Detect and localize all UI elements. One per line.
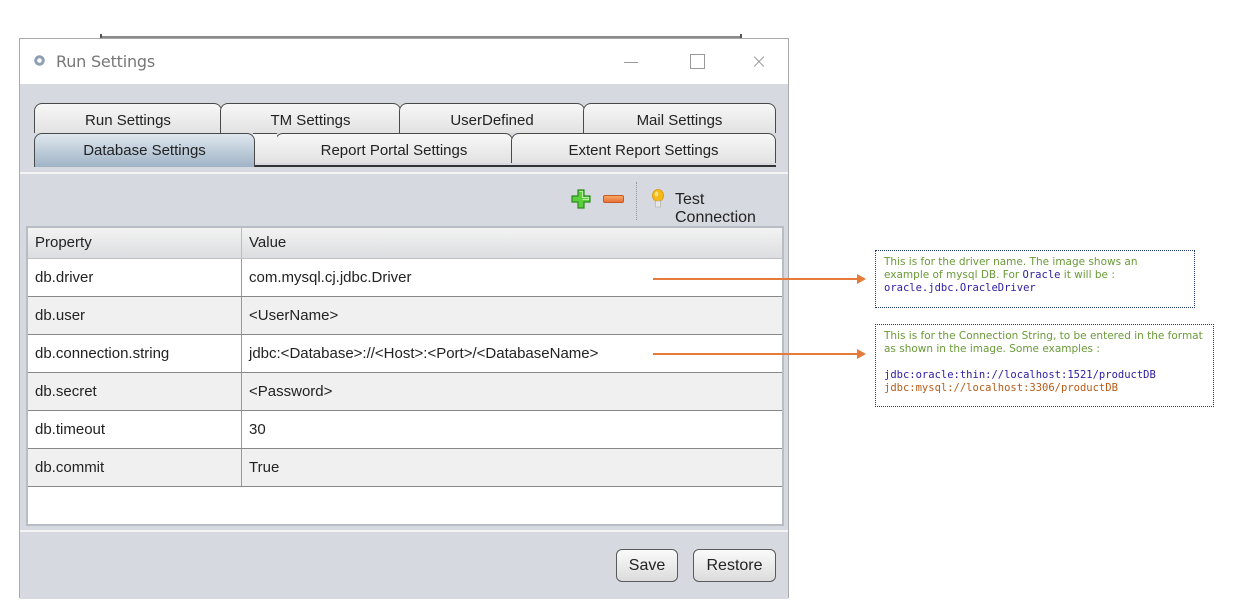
- tab-run-settings[interactable]: Run Settings: [34, 103, 222, 133]
- table-row[interactable]: db.timeout 30: [28, 411, 782, 449]
- note-text: it will be :: [1060, 269, 1115, 281]
- property-cell[interactable]: db.commit: [28, 449, 241, 486]
- gear-icon: [34, 55, 45, 66]
- connection-annotation-note: This is for the Connection String, to be…: [875, 324, 1214, 407]
- note-text: This is for the Connection String, to be…: [884, 330, 1203, 355]
- note-code-oracle-driver: oracle.jdbc.OracleDriver: [884, 282, 1036, 294]
- tab-user-defined[interactable]: UserDefined: [399, 103, 585, 133]
- lightbulb-icon[interactable]: [652, 189, 664, 209]
- run-settings-window: Run Settings × Run Settings TM Settings …: [19, 38, 789, 599]
- maximize-button[interactable]: [682, 49, 712, 73]
- value-cell[interactable]: <Password>: [241, 373, 782, 410]
- tab-database-settings[interactable]: Database Settings: [34, 133, 255, 167]
- value-cell[interactable]: <UserName>: [241, 297, 782, 334]
- title-bar[interactable]: Run Settings ×: [20, 39, 788, 84]
- value-cell[interactable]: 30: [241, 411, 782, 448]
- table-row[interactable]: db.commit True: [28, 449, 782, 487]
- table-header: Property Value: [28, 228, 782, 259]
- remove-row-icon[interactable]: [603, 195, 624, 203]
- test-connection-button[interactable]: Test Connection: [675, 191, 788, 227]
- tab-extent-report-settings[interactable]: Extent Report Settings: [511, 133, 776, 163]
- note-code-oracle-example: jdbc:oracle:thin://localhost:1521/produc…: [884, 369, 1156, 381]
- tab-strip-border: [253, 165, 776, 167]
- toolbar-separator: [636, 182, 637, 220]
- properties-table: Property Value db.driver com.mysql.cj.jd…: [26, 226, 784, 526]
- note-code-mysql-example: jdbc:mysql://localhost:3306/productDB: [884, 382, 1118, 394]
- note-keyword: Oracle: [1022, 269, 1061, 281]
- toolbar: [20, 172, 788, 224]
- driver-annotation-arrow: [653, 274, 866, 284]
- column-header-value[interactable]: Value: [241, 228, 782, 258]
- property-cell[interactable]: db.user: [28, 297, 241, 334]
- column-header-property[interactable]: Property: [28, 228, 241, 258]
- tab-mail-settings[interactable]: Mail Settings: [583, 103, 776, 133]
- table-row[interactable]: db.secret <Password>: [28, 373, 782, 411]
- connection-annotation-arrow: [653, 349, 866, 359]
- close-button[interactable]: ×: [744, 49, 774, 73]
- tab-gap: [253, 133, 277, 163]
- property-cell[interactable]: db.driver: [28, 259, 241, 296]
- restore-button[interactable]: Restore: [693, 549, 776, 582]
- add-row-icon[interactable]: [571, 189, 591, 209]
- save-button[interactable]: Save: [616, 549, 678, 582]
- window-title: Run Settings: [56, 52, 155, 71]
- property-cell[interactable]: db.connection.string: [28, 335, 241, 372]
- property-cell[interactable]: db.secret: [28, 373, 241, 410]
- tab-report-portal-settings[interactable]: Report Portal Settings: [275, 133, 513, 163]
- value-cell[interactable]: True: [241, 449, 782, 486]
- tab-tm-settings[interactable]: TM Settings: [220, 103, 401, 133]
- driver-annotation-note: This is for the driver name. The image s…: [875, 250, 1195, 308]
- minimize-button[interactable]: [616, 49, 646, 73]
- table-row[interactable]: db.user <UserName>: [28, 297, 782, 335]
- property-cell[interactable]: db.timeout: [28, 411, 241, 448]
